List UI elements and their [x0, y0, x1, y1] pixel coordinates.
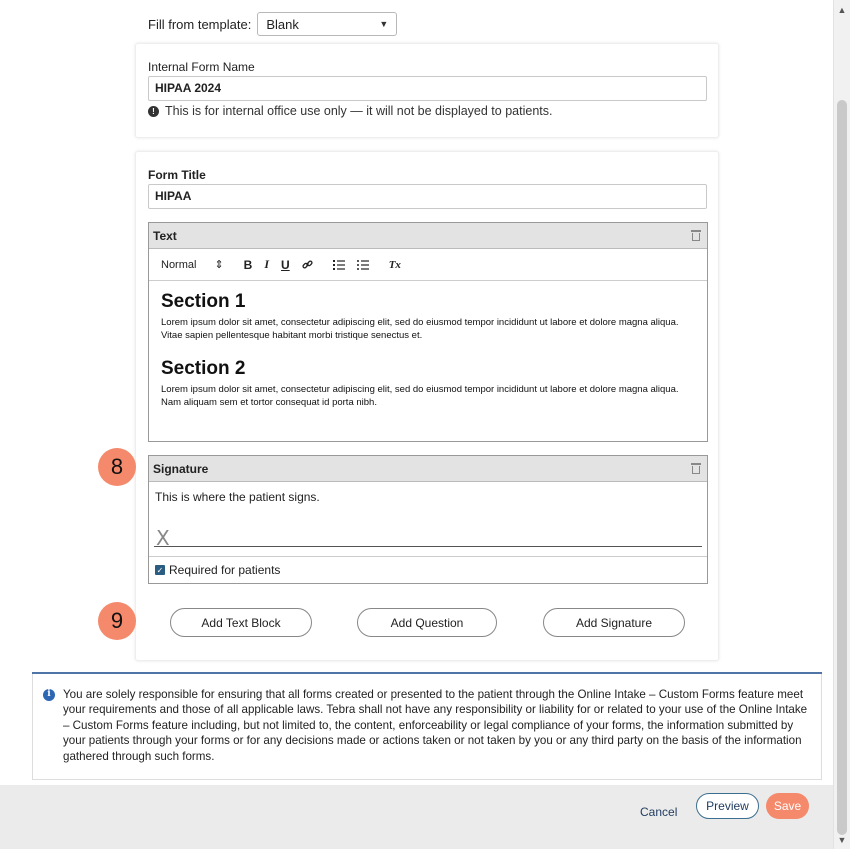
underline-button[interactable]: U: [281, 258, 290, 272]
signature-block-title: Signature: [153, 461, 209, 476]
text-block-header: Text: [149, 223, 707, 249]
link-icon[interactable]: [302, 259, 313, 270]
vertical-scrollbar[interactable]: ▲ ▼: [833, 0, 850, 849]
internal-name-label: Internal Form Name: [148, 60, 255, 74]
internal-name-input[interactable]: HIPAA 2024: [148, 76, 707, 101]
section-body: Lorem ipsum dolor sit amet, consectetur …: [161, 384, 679, 408]
section-body: Lorem ipsum dolor sit amet, consectetur …: [161, 317, 679, 341]
internal-name-hint-text: This is for internal office use only — i…: [165, 104, 553, 118]
text-block: Text Normal ⇕ B I U Tx Section 1 Lorem i…: [148, 222, 708, 442]
required-row: ✓ Required for patients: [149, 556, 707, 583]
style-select[interactable]: Normal ⇕: [161, 258, 224, 272]
signature-block: Signature This is where the patient sign…: [148, 455, 708, 584]
bullet-list-icon[interactable]: [356, 259, 369, 270]
form-title-label: Form Title: [148, 168, 206, 182]
up-down-icon: ⇕: [214, 259, 224, 271]
scroll-down-icon[interactable]: ▼: [834, 833, 850, 847]
internal-name-card: Internal Form Name HIPAA 2024 ! This is …: [135, 43, 719, 138]
scroll-up-icon[interactable]: ▲: [834, 3, 850, 17]
callout-badge-9: 9: [98, 602, 136, 640]
text-block-title: Text: [153, 228, 177, 243]
signature-description: This is where the patient signs.: [155, 490, 320, 504]
info-icon: !: [148, 105, 159, 117]
info-icon: i: [43, 689, 55, 701]
form-content-card: Form Title HIPAA Text Normal ⇕ B I U Tx …: [135, 151, 719, 661]
text-editor[interactable]: Section 1 Lorem ipsum dolor sit amet, co…: [149, 281, 707, 435]
trash-icon[interactable]: [691, 463, 701, 474]
clear-format-button[interactable]: Tx: [389, 259, 401, 271]
style-select-value: Normal: [161, 258, 197, 271]
cancel-button[interactable]: Cancel: [640, 805, 677, 819]
form-editor-panel: Fill from template: Blank ▼ Internal For…: [0, 0, 833, 849]
required-label: Required for patients: [169, 563, 281, 577]
template-row: Fill from template: Blank ▼: [148, 12, 398, 36]
signature-line: [154, 546, 702, 547]
template-selected-value: Blank: [266, 16, 299, 32]
trash-icon[interactable]: [691, 230, 701, 241]
chevron-down-icon: ▼: [379, 19, 389, 29]
rich-text-toolbar: Normal ⇕ B I U Tx: [149, 249, 707, 281]
italic-button[interactable]: I: [264, 257, 269, 272]
footer-bar: Cancel Preview Save: [0, 785, 833, 849]
disclaimer-box: i You are solely responsible for ensurin…: [32, 674, 822, 780]
section-heading: Section 2: [161, 358, 246, 379]
save-button[interactable]: Save: [766, 793, 809, 819]
add-question-button[interactable]: Add Question: [357, 608, 497, 637]
template-label: Fill from template:: [148, 16, 252, 32]
add-text-block-button[interactable]: Add Text Block: [170, 608, 312, 637]
scrollbar-thumb[interactable]: [837, 100, 847, 835]
internal-name-hint: ! This is for internal office use only —…: [148, 104, 552, 118]
bold-button[interactable]: B: [244, 258, 253, 272]
callout-badge-8: 8: [98, 448, 136, 486]
disclaimer-text: You are solely responsible for ensuring …: [63, 688, 808, 763]
add-signature-button[interactable]: Add Signature: [543, 608, 685, 637]
ordered-list-icon[interactable]: [332, 259, 345, 270]
form-title-input[interactable]: HIPAA: [148, 184, 707, 209]
template-select[interactable]: Blank ▼: [257, 12, 398, 36]
section-heading: Section 1: [161, 291, 246, 312]
required-checkbox[interactable]: ✓: [155, 565, 165, 575]
preview-button[interactable]: Preview: [696, 793, 759, 819]
signature-block-header: Signature: [149, 456, 707, 482]
